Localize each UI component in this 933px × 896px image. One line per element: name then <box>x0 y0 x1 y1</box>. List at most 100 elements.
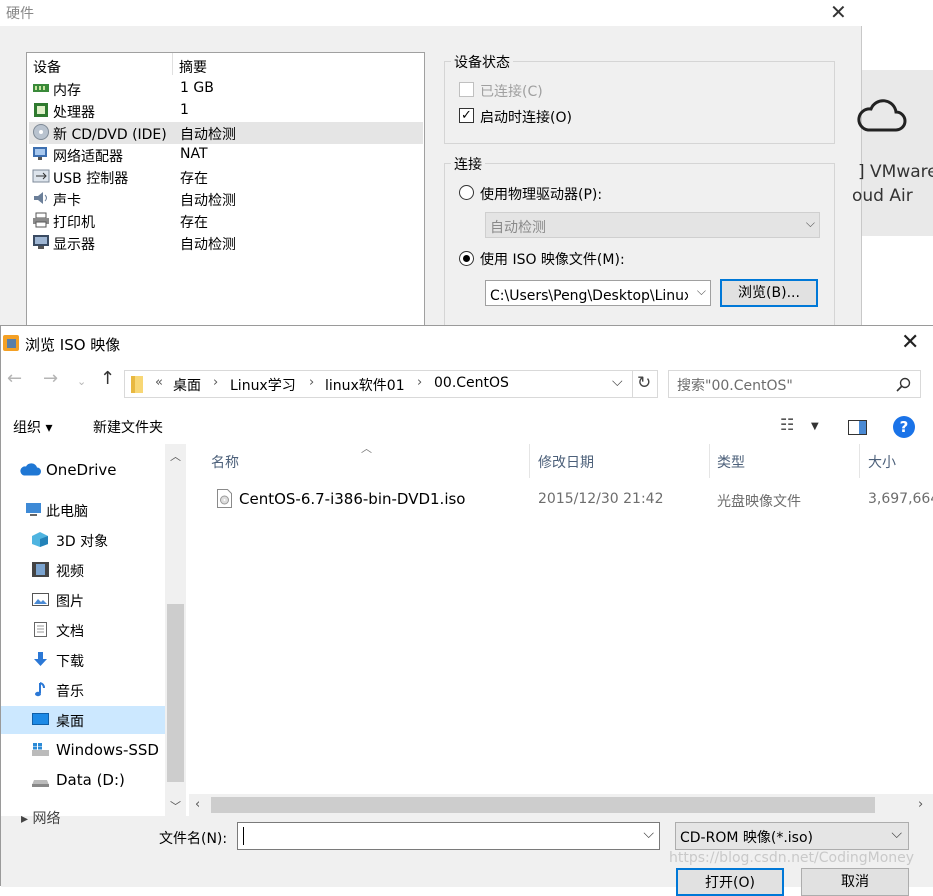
breadcrumb-item[interactable]: 桌面 <box>173 375 201 395</box>
scroll-down-icon[interactable]: ﹀ <box>170 798 181 814</box>
nav-item-desktop[interactable]: 桌面 <box>1 706 165 734</box>
file-type: 光盘映像文件 <box>717 494 801 510</box>
nav-item-videos[interactable]: 视频 <box>1 556 165 584</box>
column-header-name[interactable]: 名称 <box>211 452 239 472</box>
browse-iso-dialog: 浏览 ISO 映像 ✕ ← → ⌄ ↑ « 桌面 › Linux学习 › lin… <box>0 325 933 896</box>
view-options-icon[interactable]: ☷ <box>780 415 794 434</box>
nav-label: 音乐 <box>56 684 84 700</box>
nav-item-windows-ssd[interactable]: Windows-SSD ( <box>1 736 170 764</box>
horizontal-scrollbar[interactable]: ‹ › <box>189 794 933 816</box>
chevron-right-icon[interactable]: › <box>417 375 422 390</box>
nav-item-documents[interactable]: 文档 <box>1 616 165 644</box>
iso-path-value: C:\Users\Peng\Desktop\Linux学 <box>490 288 688 304</box>
search-icon[interactable] <box>896 377 911 392</box>
column-header-type[interactable]: 类型 <box>717 452 745 472</box>
scroll-left-icon[interactable]: ‹ <box>195 797 200 812</box>
pictures-icon <box>32 593 49 606</box>
nav-item-3d-objects[interactable]: 3D 对象 <box>1 526 165 554</box>
physical-drive-select[interactable]: 自动检测 ⌵ <box>485 212 820 238</box>
close-icon[interactable]: ✕ <box>830 0 847 24</box>
vmware-cloud-air-card[interactable]: ] VMware oud Air <box>852 70 933 236</box>
horizontal-scroll-thumb[interactable] <box>211 797 875 813</box>
chevron-down-icon[interactable]: ⌵ <box>643 826 654 842</box>
nav-scrollbar[interactable]: ︿ ﹀ <box>165 444 186 816</box>
breadcrumb-item[interactable]: 00.CentOS <box>434 375 509 391</box>
device-name: 新 CD/DVD (IDE) <box>53 127 167 143</box>
printer-icon <box>33 212 49 228</box>
file-row[interactable]: CentOS-6.7-i386-bin-DVD1.iso 2015/12/30 … <box>189 488 933 514</box>
chevron-right-icon[interactable]: › <box>213 375 218 390</box>
device-row-cd-dvd[interactable]: 新 CD/DVD (IDE) 自动检测 <box>29 122 423 144</box>
nav-label: 此电脑 <box>46 504 88 520</box>
device-row-sound[interactable]: 声卡 自动检测 <box>29 188 423 210</box>
scroll-right-icon[interactable]: › <box>918 797 923 812</box>
column-header-size[interactable]: 大小 <box>868 452 896 472</box>
device-row-processor[interactable]: 处理器 1 <box>29 100 423 122</box>
computer-icon <box>26 503 41 516</box>
close-icon[interactable]: ✕ <box>901 330 919 355</box>
search-input[interactable]: 搜索"00.CentOS" <box>677 375 793 395</box>
physical-drive-label: 使用物理驱动器(P): <box>480 187 603 203</box>
usb-icon <box>32 169 50 183</box>
scroll-up-icon[interactable]: ︿ <box>170 448 181 464</box>
device-row-usb[interactable]: USB 控制器 存在 <box>29 166 423 188</box>
connected-checkbox[interactable] <box>459 82 474 97</box>
device-row-network[interactable]: 网络适配器 NAT <box>29 144 423 166</box>
new-folder-button[interactable]: 新建文件夹 <box>93 417 163 437</box>
chevron-down-icon[interactable]: ▼ <box>811 421 819 432</box>
nav-label: 桌面 <box>56 714 84 730</box>
iso-path-combo[interactable]: C:\Users\Peng\Desktop\Linux学 ⌵ <box>485 280 711 306</box>
address-bar[interactable]: « 桌面 › Linux学习 › linux软件01 › 00.CentOS ⌵… <box>124 370 658 398</box>
column-header-modified[interactable]: 修改日期 <box>538 452 594 472</box>
device-row-printer[interactable]: 打印机 存在 <box>29 210 423 232</box>
nav-item-downloads[interactable]: 下载 <box>1 646 165 674</box>
search-box[interactable]: 搜索"00.CentOS" <box>668 370 921 398</box>
browse-button[interactable]: 浏览(B)... <box>720 279 818 307</box>
breadcrumb-item[interactable]: linux软件01 <box>325 375 405 395</box>
filetype-value: CD-ROM 映像(*.iso) <box>680 830 814 846</box>
iso-file-radio[interactable] <box>459 251 474 266</box>
nav-label: 视频 <box>56 564 84 580</box>
refresh-icon[interactable]: ↻ <box>637 373 651 393</box>
physical-drive-radio[interactable] <box>459 185 474 200</box>
device-row-display[interactable]: 显示器 自动检测 <box>29 232 423 254</box>
connect-at-power-on-label: 启动时连接(O) <box>480 110 572 126</box>
file-modified: 2015/12/30 21:42 <box>538 491 664 507</box>
summary-column-header[interactable]: 摘要 <box>179 57 207 77</box>
up-arrow-icon[interactable]: ↑ <box>100 368 115 389</box>
device-row-memory[interactable]: 内存 1 GB <box>29 78 423 100</box>
download-icon <box>34 652 47 666</box>
breadcrumb-item[interactable]: Linux学习 <box>230 375 296 395</box>
nav-scroll-thumb[interactable] <box>167 604 184 782</box>
nav-item-data-d[interactable]: Data (D:) <box>1 766 165 794</box>
help-icon[interactable]: ? <box>893 416 915 438</box>
filetype-select[interactable]: CD-ROM 映像(*.iso) ⌵ <box>675 822 909 850</box>
cancel-button[interactable]: 取消 <box>801 868 909 896</box>
breadcrumb-overflow[interactable]: « <box>155 375 163 390</box>
nav-item-music[interactable]: 音乐 <box>1 676 165 704</box>
connected-label: 已连接(C) <box>480 84 543 100</box>
processor-icon <box>34 103 48 117</box>
chevron-right-icon[interactable]: › <box>309 375 314 390</box>
preview-pane-icon[interactable] <box>848 420 867 435</box>
recent-chevron-icon[interactable]: ⌄ <box>77 375 86 388</box>
documents-icon <box>34 622 47 637</box>
filename-input[interactable]: ⌵ <box>237 822 660 850</box>
chevron-down-icon[interactable]: ⌵ <box>612 374 623 390</box>
forward-arrow-icon[interactable]: → <box>43 368 58 389</box>
back-arrow-icon[interactable]: ← <box>7 368 22 389</box>
nav-item-this-pc[interactable]: 此电脑 <box>1 496 165 524</box>
device-column-header[interactable]: 设备 <box>33 57 61 77</box>
video-icon <box>32 562 49 577</box>
open-button[interactable]: 打开(O) <box>676 868 784 896</box>
device-summary: 存在 <box>180 215 208 231</box>
chevron-down-icon: ⌵ <box>694 284 706 299</box>
file-list: ︿ 名称 修改日期 类型 大小 CentOS-6.7-i386-bin-DVD1… <box>189 442 933 816</box>
nav-item-onedrive[interactable]: OneDrive <box>1 456 165 484</box>
connect-at-power-on-checkbox[interactable]: ✓ <box>459 108 474 123</box>
nav-item-pictures[interactable]: 图片 <box>1 586 165 614</box>
music-icon <box>35 682 45 697</box>
hardware-title: 硬件 <box>6 6 34 22</box>
organize-button[interactable]: 组织 ▾ <box>13 417 52 437</box>
nav-label: 下载 <box>56 654 84 670</box>
